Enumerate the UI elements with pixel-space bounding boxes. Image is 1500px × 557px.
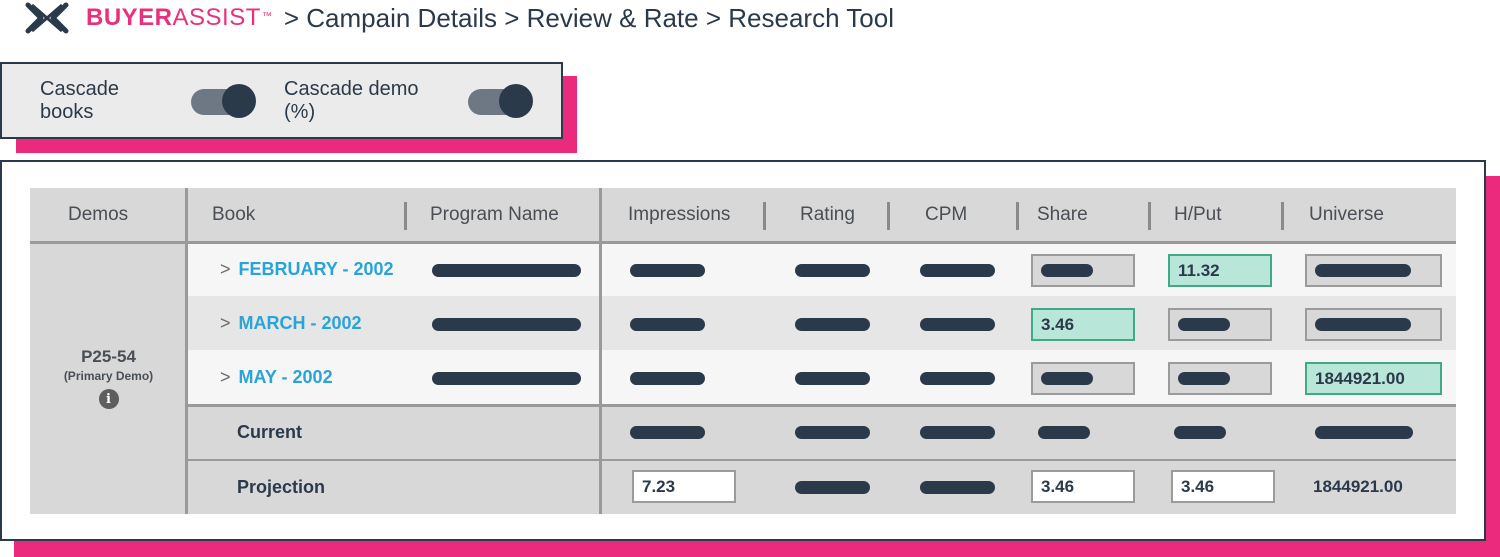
universe-field[interactable] [1305, 308, 1442, 341]
placeholder-bar [630, 264, 705, 277]
chevron-right-icon: > [220, 312, 231, 333]
placeholder-bar [630, 318, 705, 331]
col-header-impressions[interactable]: Impressions [628, 188, 730, 242]
placeholder-bar [432, 318, 581, 331]
brand-logo-text: BUYERASSIST™ [86, 4, 272, 31]
cascade-toggle-panel: Cascade books Cascade demo (%) [0, 62, 563, 139]
chevron-right-icon: > [220, 258, 231, 279]
placeholder-bar [795, 426, 870, 439]
col-header-hput[interactable]: H/Put [1174, 188, 1222, 242]
projection-hput-input[interactable]: 3.46 [1171, 470, 1275, 503]
app-header: BUYERASSIST™ > Campain Details > Review … [24, 0, 894, 36]
col-header-rating[interactable]: Rating [800, 188, 855, 242]
projection-impressions-input[interactable]: 7.23 [632, 470, 736, 503]
header-divider [404, 202, 407, 230]
header-divider [1148, 202, 1151, 230]
placeholder-bar [1315, 264, 1411, 277]
chevron-right-icon: > [220, 366, 231, 387]
universe-field[interactable]: 1844921.00 [1305, 362, 1442, 395]
placeholder-bar [920, 264, 995, 277]
header-divider [887, 202, 890, 230]
placeholder-bar [1178, 318, 1230, 331]
grid-line [599, 188, 602, 514]
placeholder-bar [795, 481, 870, 494]
projection-row-label: Projection [237, 476, 326, 497]
breadcrumb: > Campain Details > Review & Rate > Rese… [283, 2, 894, 33]
info-icon[interactable]: i [98, 389, 119, 409]
buyerassist-logo-icon [25, 2, 69, 34]
cascade-books-label: Cascade books [40, 77, 119, 123]
header-divider [1281, 202, 1284, 230]
demo-subtitle: (Primary Demo) [63, 369, 154, 383]
header-divider [1016, 202, 1019, 230]
demo-name: P25-54 [81, 347, 136, 366]
placeholder-bar [1041, 372, 1093, 385]
col-header-book[interactable]: Book [212, 188, 255, 242]
placeholder-bar [630, 372, 705, 385]
cascade-demo-toggle[interactable] [467, 83, 533, 118]
col-header-program-name[interactable]: Program Name [430, 188, 559, 242]
book-label: MAY - 2002 [238, 366, 333, 387]
grid-line [187, 404, 1456, 407]
cascade-books-toggle[interactable] [190, 83, 256, 118]
demo-cell: P25-54 (Primary Demo) i [30, 242, 187, 514]
col-header-demos: Demos [68, 204, 129, 225]
current-row-label: Current [237, 421, 303, 442]
book-link-february[interactable]: > FEBRUARY - 2002 [220, 242, 394, 296]
placeholder-bar [1038, 426, 1090, 439]
placeholder-bar [1178, 372, 1230, 385]
col-header-universe[interactable]: Universe [1309, 188, 1384, 242]
book-label: MARCH - 2002 [238, 312, 362, 333]
placeholder-bar [432, 264, 581, 277]
book-link-may[interactable]: > MAY - 2002 [220, 350, 333, 404]
placeholder-bar [795, 318, 870, 331]
hput-field[interactable] [1168, 362, 1272, 395]
grid-line [187, 459, 1456, 461]
universe-field[interactable] [1305, 254, 1442, 287]
share-field[interactable]: 3.46 [1031, 308, 1135, 341]
placeholder-bar [1041, 264, 1093, 277]
placeholder-bar [795, 372, 870, 385]
placeholder-bar [630, 426, 705, 439]
toggle-knob [498, 83, 533, 118]
placeholder-bar [920, 372, 995, 385]
projection-share-input[interactable]: 3.46 [1031, 470, 1135, 503]
col-header-share[interactable]: Share [1037, 188, 1088, 242]
book-link-march[interactable]: > MARCH - 2002 [220, 296, 362, 350]
projection-universe-value: 1844921.00 [1313, 477, 1403, 496]
placeholder-bar [432, 372, 581, 385]
placeholder-bar [920, 481, 995, 494]
placeholder-bar [1315, 426, 1413, 439]
header-divider [763, 202, 766, 230]
placeholder-bar [920, 318, 995, 331]
hput-field[interactable]: 11.32 [1168, 254, 1272, 287]
share-field[interactable] [1031, 362, 1135, 395]
toggle-knob [221, 83, 256, 118]
book-label: FEBRUARY - 2002 [238, 258, 394, 279]
placeholder-bar [920, 426, 995, 439]
placeholder-bar [1315, 318, 1411, 331]
placeholder-bar [795, 264, 870, 277]
col-header-cpm[interactable]: CPM [925, 188, 967, 242]
cascade-demo-label: Cascade demo (%) [284, 77, 419, 123]
share-field[interactable] [1031, 254, 1135, 287]
hput-field[interactable] [1168, 308, 1272, 341]
placeholder-bar [1174, 426, 1226, 439]
